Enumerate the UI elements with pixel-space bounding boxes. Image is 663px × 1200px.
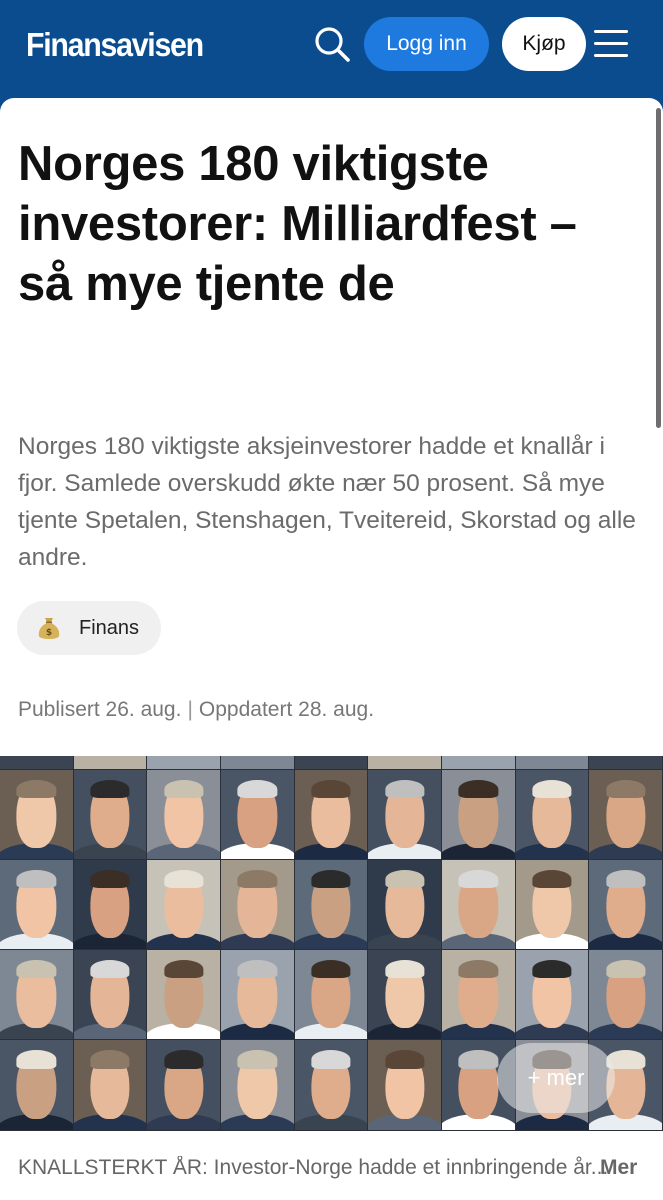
portrait-tile bbox=[589, 860, 662, 949]
buy-button[interactable]: Kjøp bbox=[502, 17, 586, 71]
portrait-tile bbox=[73, 770, 147, 859]
portrait-tile bbox=[221, 1040, 294, 1130]
money-bag-icon: $ bbox=[37, 615, 61, 641]
site-header: Finansavisen Logg inn Kjøp bbox=[0, 0, 663, 96]
menu-button[interactable] bbox=[594, 26, 632, 62]
category-tag[interactable]: $ Finans bbox=[17, 601, 161, 655]
portrait-tile bbox=[0, 950, 73, 1039]
portrait-tile bbox=[73, 1040, 147, 1130]
portrait-tile bbox=[221, 756, 294, 769]
portrait-tile bbox=[515, 860, 589, 949]
site-logo[interactable]: Finansavisen bbox=[26, 26, 204, 64]
portrait-tile bbox=[147, 860, 220, 949]
portrait-tile bbox=[221, 770, 294, 859]
portrait-tile bbox=[368, 950, 441, 1039]
portrait-tile bbox=[73, 756, 147, 769]
meta-separator: | bbox=[187, 698, 193, 721]
updated-date: Oppdatert 28. aug. bbox=[198, 698, 375, 721]
portrait-tile bbox=[442, 770, 515, 859]
portrait-tile bbox=[442, 950, 515, 1039]
portrait-tile bbox=[0, 756, 73, 769]
portrait-tile bbox=[0, 1040, 73, 1130]
portrait-tile bbox=[515, 756, 589, 769]
publish-info: Publisert 26. aug. | Oppdatert 28. aug. bbox=[18, 698, 374, 722]
caption-more-link[interactable]: Mer bbox=[600, 1156, 637, 1180]
scrollbar[interactable] bbox=[656, 108, 661, 428]
search-button[interactable] bbox=[310, 22, 354, 66]
portrait-tile bbox=[294, 770, 368, 859]
portrait-tile bbox=[0, 860, 73, 949]
portrait-tile bbox=[294, 756, 368, 769]
portrait-tile bbox=[294, 1040, 368, 1130]
article-title: Norges 180 viktigste investorer: Milliar… bbox=[18, 137, 577, 311]
published-date: Publisert 26. aug. bbox=[18, 698, 182, 721]
portrait-tile bbox=[589, 756, 662, 769]
article-lead: Norges 180 viktigste aksjeinvestorer had… bbox=[18, 433, 636, 571]
portrait-tile bbox=[147, 756, 220, 769]
search-icon bbox=[315, 27, 350, 62]
portrait-tile bbox=[368, 770, 441, 859]
portrait-tile bbox=[368, 860, 441, 949]
portrait-tile bbox=[221, 950, 294, 1039]
category-tag-label: Finans bbox=[79, 616, 140, 639]
portrait-tile bbox=[589, 770, 662, 859]
portrait-tile bbox=[73, 950, 147, 1039]
portrait-tile bbox=[442, 756, 515, 769]
portrait-tile bbox=[147, 950, 220, 1039]
portrait-tile bbox=[589, 950, 662, 1039]
more-photos-button[interactable]: + mer bbox=[497, 1043, 615, 1113]
portrait-tile bbox=[515, 950, 589, 1039]
article-card: Norges 180 viktigste investorer: Milliar… bbox=[0, 98, 663, 1200]
portrait-tile bbox=[73, 860, 147, 949]
portrait-tile bbox=[221, 860, 294, 949]
portrait-tile bbox=[368, 756, 441, 769]
svg-text:$: $ bbox=[46, 628, 52, 638]
portrait-tile bbox=[147, 770, 220, 859]
portrait-tile bbox=[368, 1040, 441, 1130]
portrait-tile bbox=[147, 1040, 220, 1130]
login-button[interactable]: Logg inn bbox=[364, 17, 489, 71]
portrait-tile bbox=[294, 860, 368, 949]
portrait-tile bbox=[442, 860, 515, 949]
image-caption: KNALLSTERKT ÅR: Investor-Norge hadde et … bbox=[18, 1156, 609, 1179]
portrait-tile bbox=[0, 770, 73, 859]
portrait-tile bbox=[515, 770, 589, 859]
investor-photo-mosaic[interactable]: + mer bbox=[0, 756, 663, 1131]
portrait-tile bbox=[294, 950, 368, 1039]
